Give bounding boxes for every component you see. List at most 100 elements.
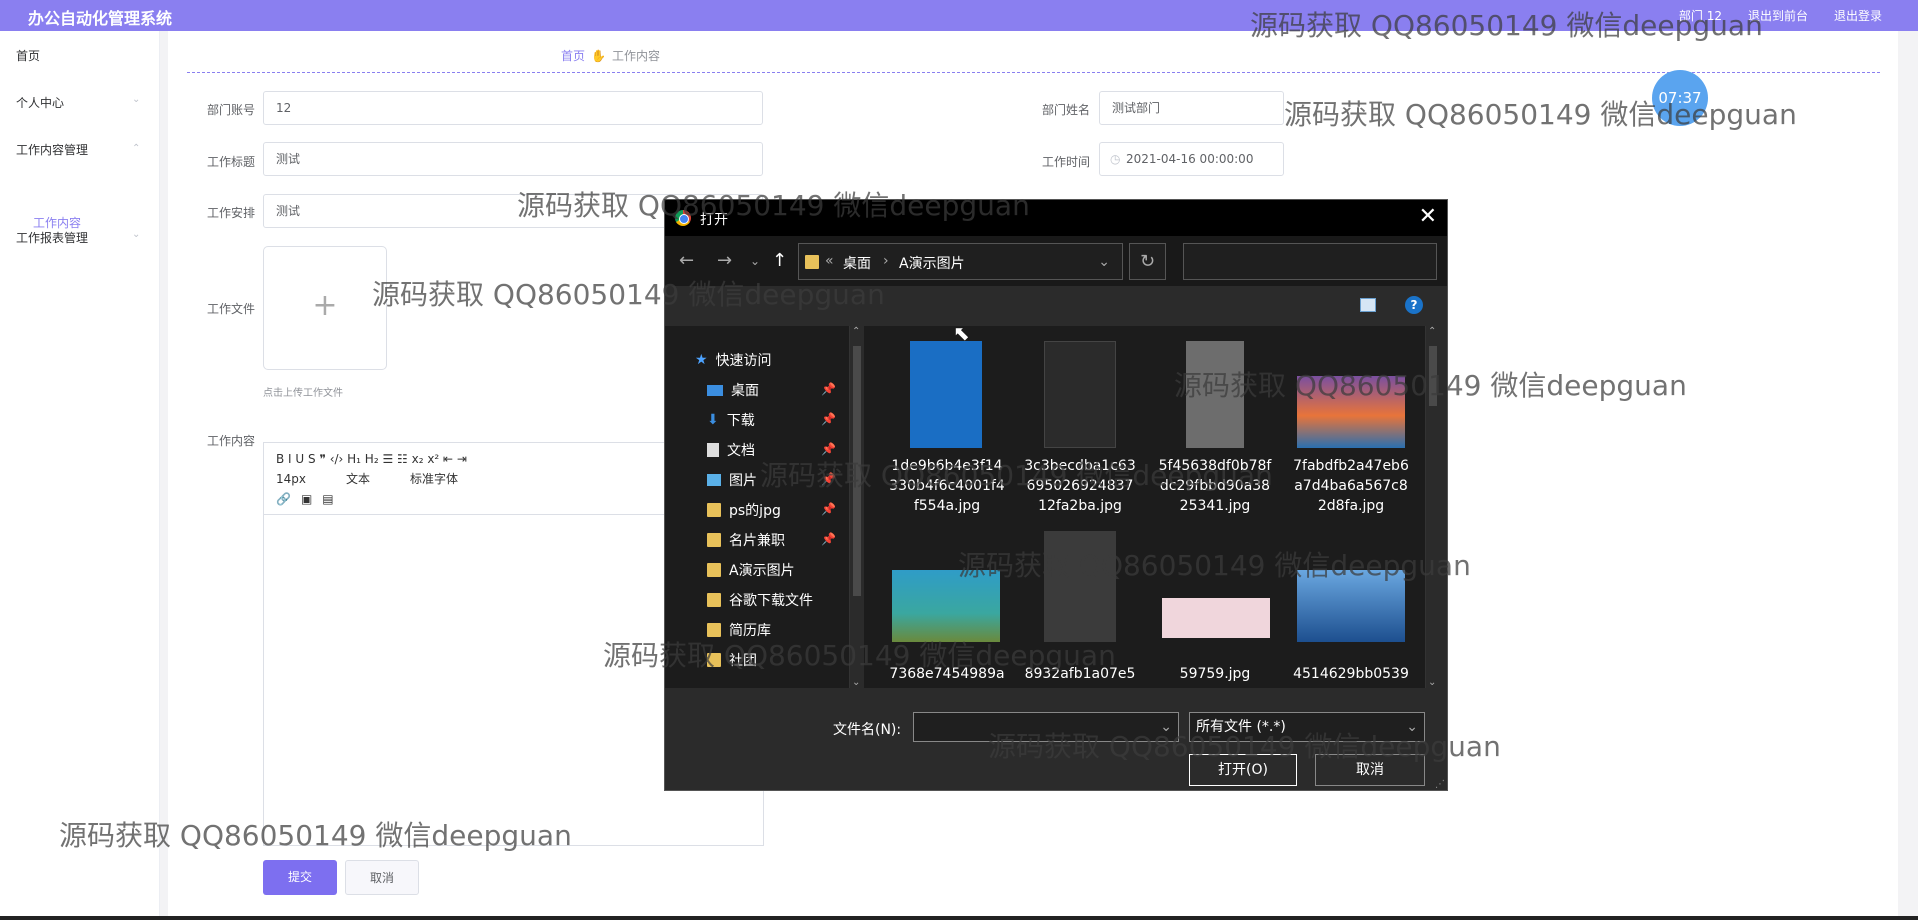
time-label: 工作时间 xyxy=(1042,155,1091,169)
time-input[interactable]: ◷ 2021-04-16 00:00:00 xyxy=(1099,142,1284,176)
sidebar: 首页 个人中心 ⌄ 工作内容管理 ⌃ 工作内容 工作报表管理 ⌄ xyxy=(0,31,160,916)
path-chevron-icon: › xyxy=(883,253,889,269)
up-arrow-icon[interactable]: ↑ xyxy=(772,250,787,271)
title-input[interactable]: 测试 xyxy=(263,142,763,176)
font-size-select[interactable]: 14px xyxy=(276,469,306,489)
folder-icon xyxy=(805,255,819,269)
watermark: 源码获取 QQ86050149 微信deepguan xyxy=(1174,369,1687,402)
file-name[interactable]: 7fabdfb2a47eb6a7d4ba6a567c82d8fa.jpg xyxy=(1292,456,1410,516)
clock-icon: ◷ xyxy=(1110,152,1121,166)
nav-label: 桌面 xyxy=(731,383,759,399)
view-mode-icon[interactable] xyxy=(1360,298,1376,312)
search-input[interactable] xyxy=(1183,243,1437,280)
sidebar-item-work-content[interactable]: 工作内容管理 xyxy=(16,141,88,158)
nav-label: ps的jpg xyxy=(729,503,781,519)
watermark: 源码获取 QQ86050149 微信deepguan xyxy=(1284,98,1797,131)
file-name[interactable]: 4514629bb05390f1449790d0a xyxy=(1292,664,1410,686)
dept-name-label: 部门姓名 xyxy=(1042,103,1091,117)
nav-folder-demo[interactable]: A演示图片 xyxy=(707,560,795,580)
left-gutter xyxy=(160,31,168,916)
text-type-select[interactable]: 文本 xyxy=(346,469,370,489)
watermark: 源码获取 QQ86050149 微信deepguan xyxy=(372,278,885,311)
filename-label: 文件名(N): xyxy=(833,722,902,738)
file-thumbnail[interactable] xyxy=(1044,341,1116,448)
file-thumbnail[interactable] xyxy=(1162,598,1270,638)
breadcrumb-current: 工作内容 xyxy=(611,49,660,63)
watermark: 源码获取 QQ86050149 微信deepguan xyxy=(760,459,1273,492)
dept-account-input[interactable]: 12 xyxy=(263,91,763,125)
scroll-up-icon[interactable]: ⌃ xyxy=(1428,326,1436,337)
bottom-edge xyxy=(0,916,1918,920)
chevron-down-icon[interactable]: ⌄ xyxy=(1098,254,1110,270)
nav-folder-card[interactable]: 名片兼职 xyxy=(707,530,785,550)
link-icon[interactable]: 🔗 xyxy=(276,489,291,509)
cancel-button[interactable]: 取消 xyxy=(345,860,419,895)
overflow-icon: « xyxy=(825,253,834,269)
sidebar-item-personal[interactable]: 个人中心 xyxy=(16,94,64,111)
path-segment[interactable]: A演示图片 xyxy=(899,253,965,273)
upload-button[interactable]: + xyxy=(263,246,387,370)
pin-icon: 📌 xyxy=(821,502,836,516)
font-family-select[interactable]: 标准字体 xyxy=(410,469,458,489)
logout-link[interactable]: 退出登录 xyxy=(1834,7,1882,24)
upload-hint: 点击上传工作文件 xyxy=(263,388,343,399)
folder-icon xyxy=(707,503,721,517)
chevron-up-icon: ⌃ xyxy=(132,143,141,154)
right-gutter xyxy=(1898,31,1918,916)
nav-label: A演示图片 xyxy=(729,563,795,579)
nav-folder-google[interactable]: 谷歌下载文件 xyxy=(707,590,813,610)
image-icon[interactable]: ▣ xyxy=(301,489,312,509)
nav-label: 谷歌下载文件 xyxy=(729,593,813,609)
pin-icon: 📌 xyxy=(821,412,836,426)
refresh-icon[interactable]: ↻ xyxy=(1129,243,1166,280)
nav-desktop[interactable]: 桌面 xyxy=(707,380,759,400)
pin-icon: 📌 xyxy=(821,532,836,546)
hand-icon: ✋ xyxy=(591,49,606,63)
breadcrumb: 首页 ✋ 工作内容 xyxy=(561,47,660,64)
nav-label: 下载 xyxy=(726,413,755,429)
help-icon[interactable]: ? xyxy=(1405,296,1423,314)
file-name[interactable]: 59759.jpg xyxy=(1156,664,1274,684)
nav-documents[interactable]: 文档 xyxy=(707,440,755,460)
chevron-down-icon: ⌄ xyxy=(132,94,141,105)
dept-account-label: 部门账号 xyxy=(207,103,256,117)
download-icon: ⬇ xyxy=(707,412,719,428)
watermark: 源码获取 QQ86050149 微信deepguan xyxy=(958,549,1471,582)
content-label: 工作内容 xyxy=(207,434,256,448)
forward-arrow-icon[interactable]: → xyxy=(717,250,732,271)
sidebar-item-work-report[interactable]: 工作报表管理 xyxy=(16,229,88,246)
back-arrow-icon[interactable]: ← xyxy=(679,250,694,271)
nav-label: 快速访问 xyxy=(715,353,772,369)
nav-downloads[interactable]: ⬇ 下载 xyxy=(707,410,755,430)
desktop-icon xyxy=(707,384,723,396)
file-thumbnail[interactable] xyxy=(910,341,982,448)
submit-button[interactable]: 提交 xyxy=(263,860,337,895)
divider xyxy=(187,72,1880,73)
resize-grip-icon[interactable]: ⋰ xyxy=(1435,779,1445,790)
chevron-down-icon[interactable]: ⌄ xyxy=(750,254,760,268)
watermark: 源码获取 QQ86050149 微信deepguan xyxy=(59,819,572,852)
video-icon[interactable]: ▤ xyxy=(322,489,333,509)
chevron-down-icon: ⌄ xyxy=(132,229,141,240)
nav-quick-access[interactable]: ★ 快速访问 xyxy=(695,350,772,370)
nav-pictures[interactable]: 图片 xyxy=(707,470,757,490)
watermark: 源码获取 QQ86050149 微信deepguan xyxy=(988,730,1501,763)
nav-label: 文档 xyxy=(727,443,755,459)
close-icon[interactable]: ✕ xyxy=(1419,204,1437,229)
pictures-icon xyxy=(707,474,721,486)
file-label: 工作文件 xyxy=(207,302,256,316)
folder-icon xyxy=(707,563,721,577)
mouse-cursor-icon: ⬉ xyxy=(953,321,970,345)
scroll-down-icon[interactable]: ⌄ xyxy=(852,677,860,688)
sidebar-item-home[interactable]: 首页 xyxy=(16,47,40,64)
path-segment[interactable]: 桌面 xyxy=(843,253,871,273)
pin-icon: 📌 xyxy=(821,382,836,396)
dept-name-input[interactable]: 测试部门 xyxy=(1099,91,1284,125)
nav-folder-ps[interactable]: ps的jpg xyxy=(707,500,781,520)
document-icon xyxy=(707,443,719,457)
nav-label: 图片 xyxy=(729,473,757,489)
scroll-up-icon[interactable]: ⌃ xyxy=(852,326,860,337)
scroll-down-icon[interactable]: ⌄ xyxy=(1428,677,1436,688)
breadcrumb-home[interactable]: 首页 xyxy=(561,49,585,63)
plus-icon: + xyxy=(312,288,338,323)
